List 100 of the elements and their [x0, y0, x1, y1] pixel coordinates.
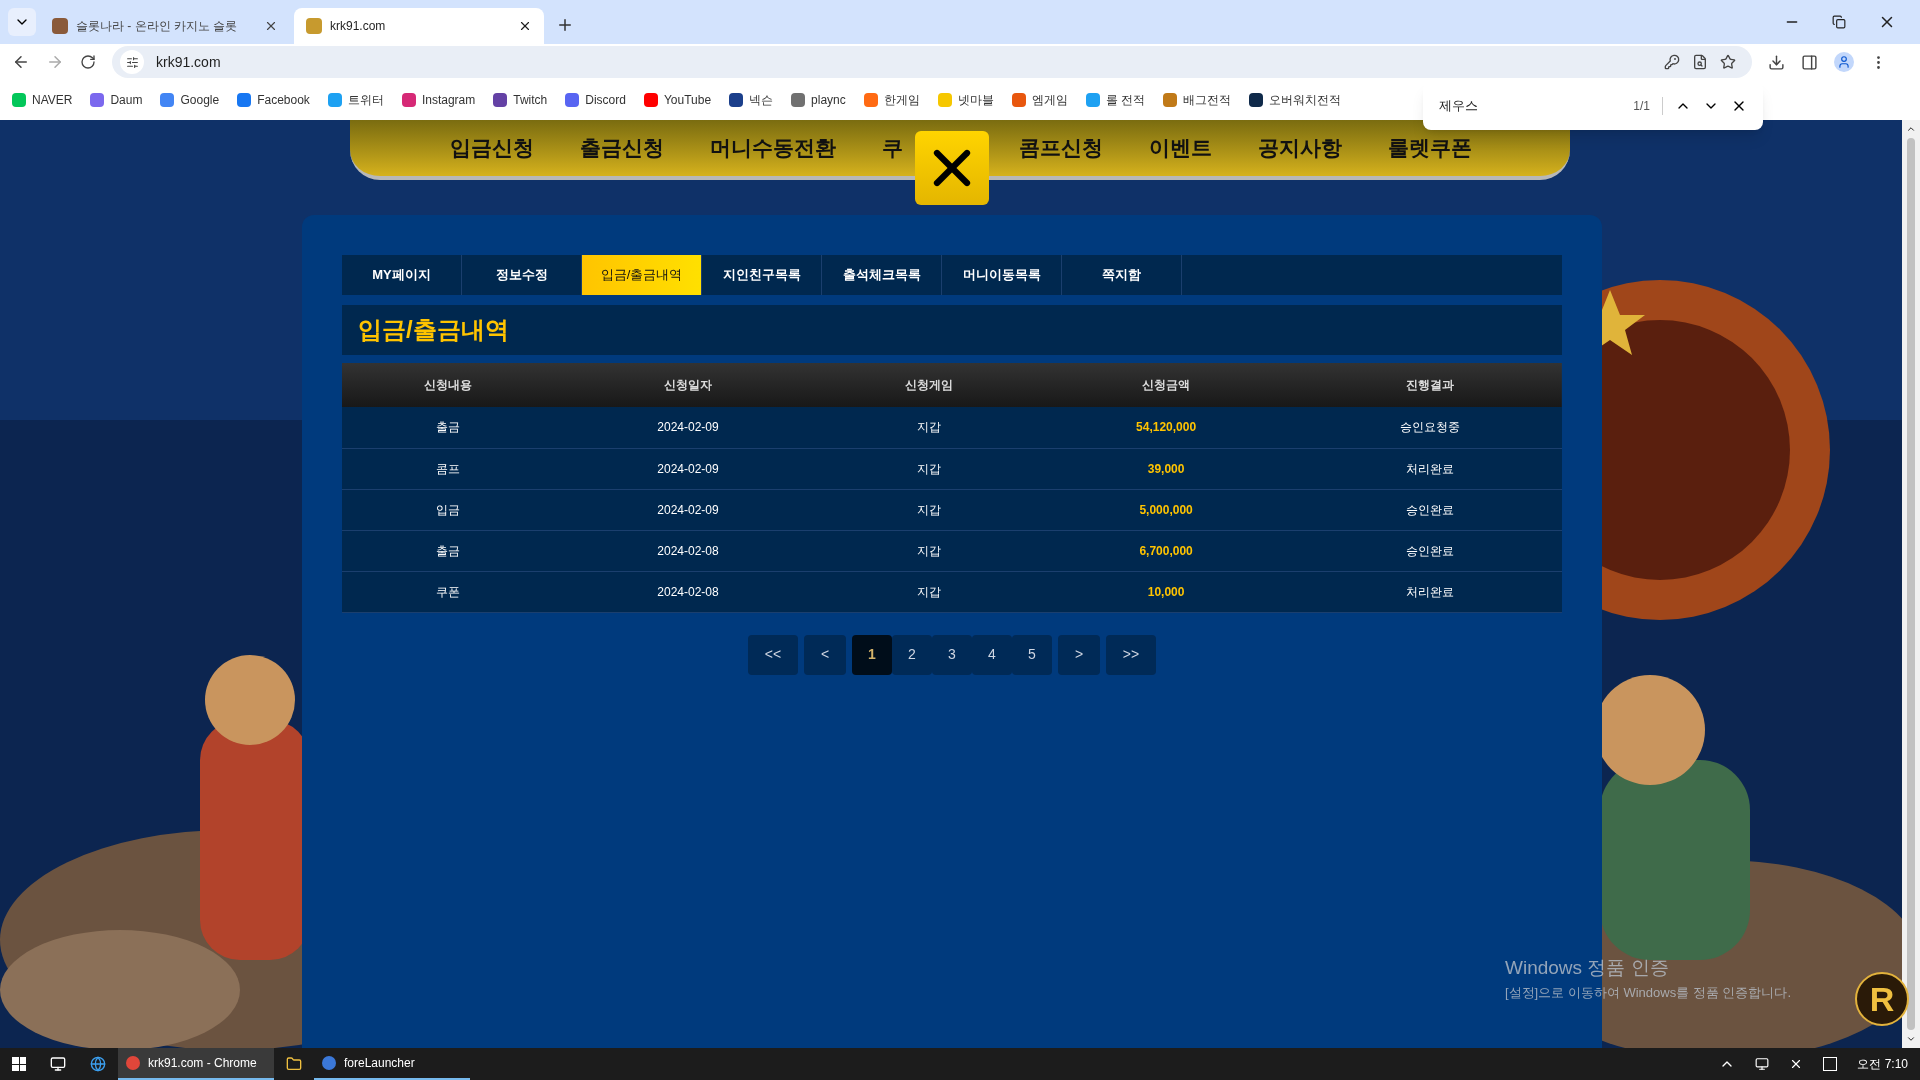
- page-tab[interactable]: 지인친구목록: [702, 255, 822, 295]
- table-cell: 39,000: [1034, 448, 1299, 489]
- table-cell: 54,120,000: [1034, 407, 1299, 448]
- download-icon[interactable]: [1768, 53, 1785, 71]
- bookmark-link[interactable]: Instagram: [401, 91, 476, 109]
- previous-page-button[interactable]: <: [804, 634, 846, 675]
- table-cell: 10,000: [1034, 571, 1299, 612]
- bookmark-link[interactable]: 넥슨: [729, 91, 774, 109]
- table-cell: 지갑: [823, 489, 1035, 530]
- bookmark-link[interactable]: Daum: [90, 91, 143, 109]
- table-cell: 2024-02-08: [553, 530, 823, 571]
- table-cell: 승인완료: [1298, 530, 1562, 571]
- app-icon: [126, 1056, 140, 1070]
- taskbar-app[interactable]: krk91.com - Chrome: [118, 1048, 274, 1080]
- app-icon: [322, 1056, 336, 1070]
- nav-link[interactable]: 쿠: [882, 132, 903, 164]
- table-cell: 6,700,000: [1034, 530, 1299, 571]
- browser-tab[interactable]: krk91.com: [294, 8, 544, 44]
- bookmark-link[interactable]: plaync: [791, 91, 846, 109]
- reload-icon[interactable]: [80, 54, 96, 70]
- url-text: krk91.com: [156, 52, 222, 72]
- bookmark-link[interactable]: Discord: [565, 91, 626, 109]
- column-header: 신청내용: [342, 363, 554, 407]
- table-cell: 2024-02-09: [553, 489, 823, 530]
- page-tab[interactable]: MY페이지: [342, 255, 462, 295]
- back-icon[interactable]: [12, 53, 30, 71]
- page-tab[interactable]: 머니이동목록: [942, 255, 1062, 295]
- tab-title: 슬롯나라 - 온라인 카지노 슬롯: [76, 18, 239, 35]
- table-cell: 승인요청중: [1298, 407, 1562, 448]
- nav-link[interactable]: 룰렛쿠폰: [1388, 132, 1472, 164]
- table-cell: 지갑: [823, 448, 1035, 489]
- browser-tab[interactable]: 슬롯나라 - 온라인 카지노 슬롯: [40, 8, 290, 44]
- search-page-icon[interactable]: [1692, 54, 1708, 70]
- close-icon[interactable]: [264, 19, 278, 33]
- taskbar-app[interactable]: foreLauncher: [314, 1048, 470, 1080]
- page-button[interactable]: 3: [932, 634, 972, 675]
- side-panel-icon[interactable]: [1801, 53, 1818, 71]
- nav-link[interactable]: 출금신청: [580, 132, 664, 164]
- clock: 오전 7:10: [1857, 1056, 1908, 1073]
- page-button[interactable]: 2: [892, 634, 932, 675]
- bookmark-link[interactable]: 엠게임: [1011, 91, 1068, 109]
- page-button[interactable]: 4: [972, 634, 1012, 675]
- scroll-up-icon[interactable]: [1906, 124, 1916, 134]
- key-icon[interactable]: [1664, 54, 1680, 70]
- restore-icon[interactable]: [1832, 15, 1846, 29]
- column-header: 신청게임: [823, 363, 1035, 407]
- bookmark-link[interactable]: 롤 전적: [1085, 91, 1146, 109]
- tab-search-button[interactable]: [8, 8, 36, 36]
- page-tab[interactable]: 입금/출금내역: [582, 255, 702, 295]
- table-cell: 지갑: [823, 530, 1035, 571]
- nav-link[interactable]: 머니수동전환: [710, 132, 836, 164]
- find-input[interactable]: 제우스: [1439, 96, 1622, 116]
- column-header: 진행결과: [1298, 363, 1562, 407]
- profile-icon[interactable]: [1837, 55, 1851, 69]
- table-cell: 쿠폰: [342, 571, 554, 612]
- close-icon[interactable]: [518, 19, 532, 33]
- bookmark-link[interactable]: 넷마블: [937, 91, 994, 109]
- table-cell: 지갑: [823, 407, 1035, 448]
- scrollbar[interactable]: [1902, 120, 1920, 1048]
- page-tab[interactable]: 출석체크목록: [822, 255, 942, 295]
- page-tab[interactable]: 쪽지함: [1062, 255, 1182, 295]
- network-icon[interactable]: [1755, 1057, 1770, 1071]
- last-page-button[interactable]: >>: [1106, 634, 1156, 675]
- folder-icon[interactable]: [286, 1056, 302, 1072]
- monitor-icon[interactable]: [50, 1056, 66, 1072]
- page-button[interactable]: 1: [852, 634, 892, 675]
- table-cell: 2024-02-08: [553, 571, 823, 612]
- bookmark-link[interactable]: YouTube: [643, 91, 712, 109]
- nav-link[interactable]: 콤프신청: [1019, 132, 1103, 164]
- table-cell: 승인완료: [1298, 489, 1562, 530]
- table-cell: 출금: [342, 530, 554, 571]
- close-button[interactable]: [915, 131, 989, 205]
- table-cell: 출금: [342, 407, 554, 448]
- nav-link[interactable]: 공지사항: [1258, 132, 1342, 164]
- site-favicon-icon: [306, 18, 322, 34]
- scroll-down-icon[interactable]: [1906, 1034, 1916, 1044]
- nav-link[interactable]: 이벤트: [1149, 132, 1212, 164]
- address-bar[interactable]: krk91.com: [112, 46, 1752, 78]
- table-cell: 콤프: [342, 448, 554, 489]
- nav-link[interactable]: 입금신청: [450, 132, 534, 164]
- star-icon[interactable]: [1720, 54, 1736, 70]
- bookmark-link[interactable]: 한게임: [863, 91, 920, 109]
- bookmark-link[interactable]: NAVER: [12, 91, 73, 109]
- next-page-button[interactable]: >: [1058, 634, 1100, 675]
- match-count: 1/1: [1633, 97, 1663, 115]
- bookmark-link[interactable]: 트위터: [327, 91, 384, 109]
- globe-icon[interactable]: [90, 1056, 106, 1072]
- first-page-button[interactable]: <<: [748, 634, 798, 675]
- column-header: 신청금액: [1034, 363, 1299, 407]
- bookmark-link[interactable]: Twitch: [493, 91, 548, 109]
- site-settings-icon[interactable]: [125, 55, 139, 69]
- bookmark-link[interactable]: Facebook: [237, 91, 310, 109]
- bookmark-link[interactable]: Google: [160, 91, 220, 109]
- table-cell: 처리완료: [1298, 448, 1562, 489]
- bookmark-link[interactable]: 오버워치전적: [1249, 91, 1342, 109]
- table-cell: 입금: [342, 489, 554, 530]
- page-button[interactable]: 5: [1012, 634, 1052, 675]
- site-favicon-icon: [52, 18, 68, 34]
- new-tab-icon[interactable]: [556, 16, 574, 34]
- bookmark-link[interactable]: 배그전적: [1163, 91, 1232, 109]
